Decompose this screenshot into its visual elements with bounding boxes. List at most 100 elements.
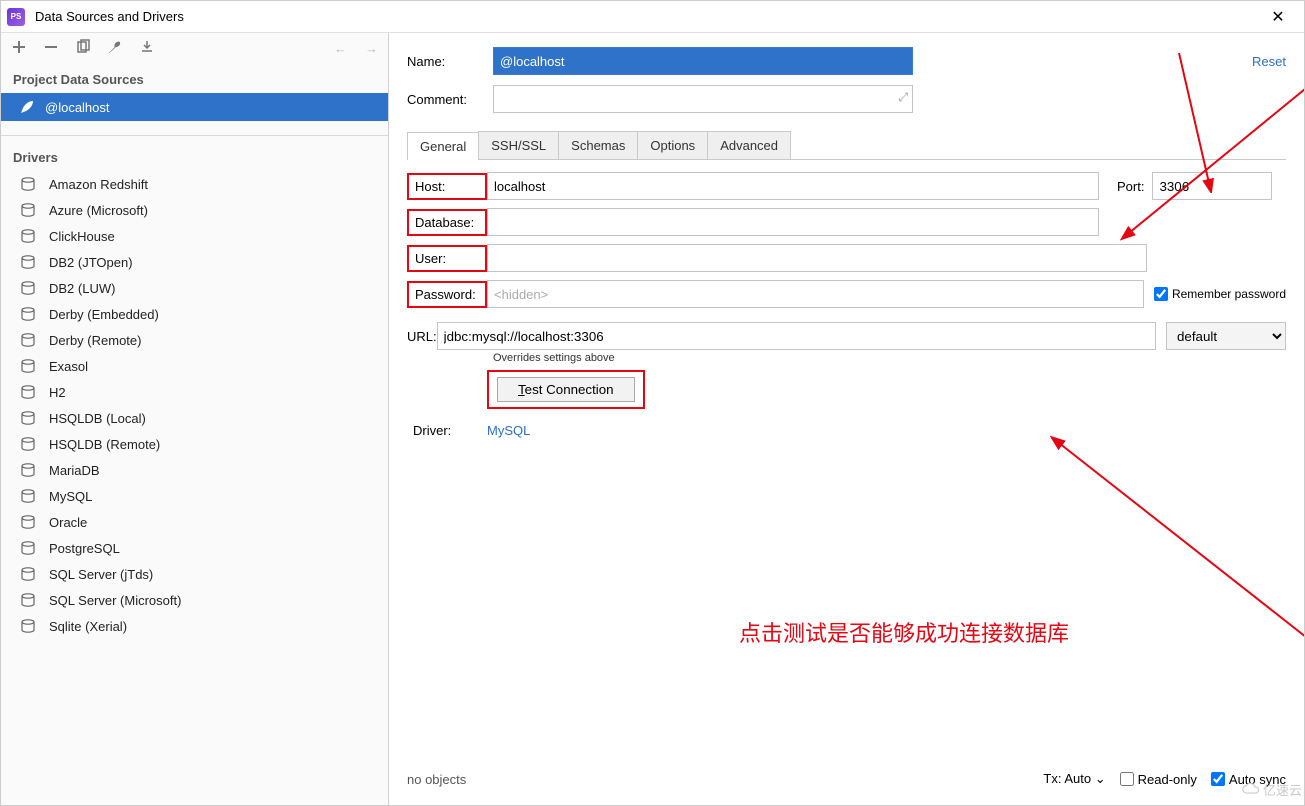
override-note: Overrides settings above (493, 352, 1286, 364)
tx-mode[interactable]: Tx: Auto ⌄ (1043, 771, 1105, 787)
watermark: 亿速云 (1242, 780, 1302, 799)
host-input[interactable] (487, 172, 1099, 200)
section-drivers: Drivers (1, 142, 388, 171)
datasource-label: @localhost (45, 100, 110, 115)
driver-icon (19, 254, 37, 270)
driver-icon (19, 540, 37, 556)
section-project-ds: Project Data Sources (1, 64, 388, 93)
tab-schemas[interactable]: Schemas (558, 131, 638, 159)
driver-icon (19, 410, 37, 426)
driver-label: Amazon Redshift (49, 177, 148, 192)
driver-link[interactable]: MySQL (487, 423, 530, 438)
window-title: Data Sources and Drivers (35, 9, 184, 24)
driver-label: DB2 (JTOpen) (49, 255, 133, 270)
driver-item[interactable]: H2 (1, 379, 388, 405)
driver-label: HSQLDB (Local) (49, 411, 146, 426)
add-icon[interactable] (11, 39, 27, 58)
password-label: Password: (407, 281, 487, 308)
driver-item[interactable]: SQL Server (Microsoft) (1, 587, 388, 613)
driver-label: HSQLDB (Remote) (49, 437, 160, 452)
driver-icon (19, 566, 37, 582)
driver-icon (19, 332, 37, 348)
driver-item[interactable]: HSQLDB (Remote) (1, 431, 388, 457)
driver-item[interactable]: ClickHouse (1, 223, 388, 249)
port-input[interactable] (1152, 172, 1272, 200)
driver-item[interactable]: Azure (Microsoft) (1, 197, 388, 223)
driver-icon (19, 176, 37, 192)
driver-item[interactable]: MySQL (1, 483, 388, 509)
driver-label: MySQL (49, 489, 92, 504)
driver-item[interactable]: PostgreSQL (1, 535, 388, 561)
driver-icon (19, 436, 37, 452)
database-label: Database: (407, 209, 487, 236)
tabs: GeneralSSH/SSLSchemasOptionsAdvanced (407, 131, 1286, 160)
driver-item[interactable]: Derby (Remote) (1, 327, 388, 353)
driver-icon (19, 306, 37, 322)
driver-icon (19, 488, 37, 504)
driver-label: PostgreSQL (49, 541, 120, 556)
tab-ssh-ssl[interactable]: SSH/SSL (478, 131, 559, 159)
user-input[interactable] (487, 244, 1147, 272)
left-toolbar: ← → (1, 33, 388, 64)
chevron-down-icon: ⌄ (1095, 771, 1106, 786)
driver-item[interactable]: Sqlite (Xerial) (1, 613, 388, 639)
driver-icon (19, 514, 37, 530)
driver-label: Exasol (49, 359, 88, 374)
close-icon[interactable]: ✕ (1258, 7, 1298, 27)
name-label: Name: (407, 54, 493, 69)
driver-label: Derby (Embedded) (49, 307, 159, 322)
remember-password-label: Remember password (1172, 287, 1286, 301)
driver-label: H2 (49, 385, 66, 400)
expand-icon[interactable]: ⤢ (898, 90, 908, 105)
database-input[interactable] (487, 208, 1099, 236)
readonly-checkbox[interactable] (1120, 772, 1134, 786)
driver-item[interactable]: Exasol (1, 353, 388, 379)
test-connection-button[interactable]: Test Connection (497, 377, 635, 402)
driver-icon (19, 358, 37, 374)
driver-item[interactable]: Oracle (1, 509, 388, 535)
driver-icon (19, 592, 37, 608)
driver-item[interactable]: DB2 (JTOpen) (1, 249, 388, 275)
driver-item[interactable]: HSQLDB (Local) (1, 405, 388, 431)
reset-link[interactable]: Reset (1252, 54, 1286, 69)
driver-icon (19, 618, 37, 634)
copy-icon[interactable] (75, 39, 91, 58)
driver-label: Driver: (407, 419, 487, 442)
feather-icon (19, 99, 35, 115)
tab-general[interactable]: General (407, 132, 479, 160)
remember-password-checkbox[interactable] (1154, 287, 1168, 301)
back-icon[interactable]: ← (334, 41, 347, 56)
readonly-label: Read-only (1138, 772, 1197, 787)
driver-item[interactable]: DB2 (LUW) (1, 275, 388, 301)
driver-item[interactable]: Amazon Redshift (1, 171, 388, 197)
driver-item[interactable]: SQL Server (jTds) (1, 561, 388, 587)
host-label: Host: (407, 173, 487, 200)
driver-item[interactable]: MariaDB (1, 457, 388, 483)
user-label: User: (407, 245, 487, 272)
url-mode-select[interactable]: default (1166, 322, 1286, 350)
password-input[interactable] (487, 280, 1144, 308)
driver-label: DB2 (LUW) (49, 281, 115, 296)
driver-label: SQL Server (Microsoft) (49, 593, 181, 608)
import-icon[interactable] (139, 39, 155, 58)
port-label: Port: (1117, 179, 1144, 194)
name-input[interactable] (493, 47, 913, 75)
comment-input[interactable]: ⤢ (493, 85, 913, 113)
driver-icon (19, 228, 37, 244)
test-connection-rest: est Connection (525, 382, 614, 397)
driver-label: Sqlite (Xerial) (49, 619, 127, 634)
forward-icon[interactable]: → (365, 41, 378, 56)
autosync-checkbox[interactable] (1211, 772, 1225, 786)
tab-options[interactable]: Options (637, 131, 708, 159)
remove-icon[interactable] (43, 39, 59, 58)
url-input[interactable] (437, 322, 1156, 350)
app-icon (7, 8, 25, 26)
annotation-arrow-1 (1039, 433, 1304, 683)
driver-label: SQL Server (jTds) (49, 567, 153, 582)
wrench-icon[interactable] (107, 39, 123, 58)
driver-item[interactable]: Derby (Embedded) (1, 301, 388, 327)
datasource-item-selected[interactable]: @localhost (1, 93, 388, 121)
driver-icon (19, 202, 37, 218)
tab-advanced[interactable]: Advanced (707, 131, 791, 159)
status-objects: no objects (407, 772, 466, 787)
